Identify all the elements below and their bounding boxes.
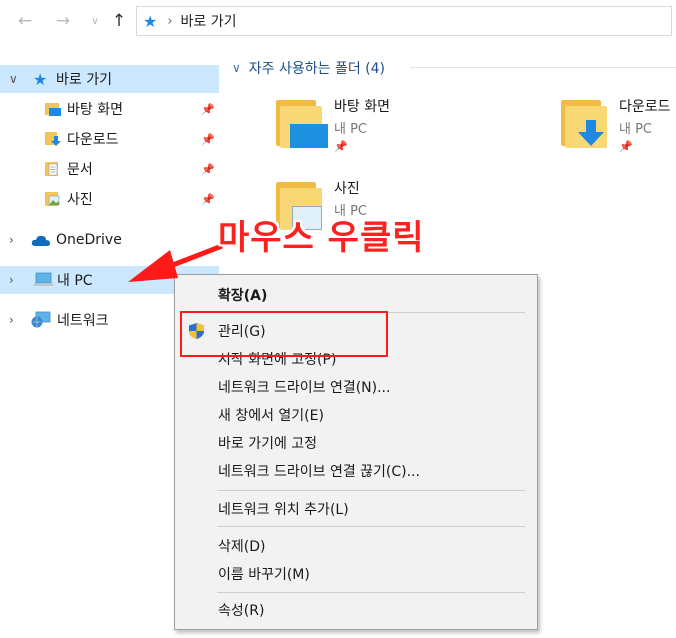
pin-icon: 📌: [619, 140, 633, 153]
folder-location: 내 PC: [334, 122, 368, 137]
pin-icon: 📌: [201, 192, 215, 206]
sidebar-item-label: 바탕 화면: [67, 102, 123, 118]
menu-item-expand[interactable]: 확장(A): [175, 281, 537, 309]
folder-name: 바탕 화면: [334, 99, 390, 115]
menu-item-delete[interactable]: 삭제(D): [175, 532, 537, 560]
quick-access-star-icon: ★: [33, 69, 48, 89]
frequent-folders-group-header[interactable]: ∨ 자주 사용하는 폴더 (4): [232, 58, 385, 78]
annotation-text: 마우스 우클릭: [218, 218, 425, 258]
folder-tile-desktop[interactable]: 바탕 화면 내 PC 📌: [276, 94, 536, 164]
menu-item-map-network-drive[interactable]: 네트워크 드라이브 연결(N)...: [175, 373, 537, 401]
menu-item-label: 확장(A): [218, 288, 268, 304]
sidebar-item-label: 문서: [67, 162, 93, 178]
downloads-folder-icon: [561, 94, 609, 150]
pictures-folder-icon: [45, 191, 61, 207]
chevron-right-icon[interactable]: ›: [9, 313, 14, 327]
chevron-right-icon[interactable]: ›: [9, 273, 14, 287]
menu-separator: [217, 526, 525, 527]
group-title: 자주 사용하는 폴더 (4): [248, 61, 386, 77]
menu-item-label: 새 창에서 열기(E): [218, 408, 324, 424]
desktop-folder-icon: [45, 102, 61, 116]
sidebar-item-quick-access[interactable]: ∨ ★ 바로 가기: [0, 65, 219, 93]
menu-separator: [217, 592, 525, 593]
menu-separator: [217, 490, 525, 491]
navigation-toolbar: ← → ∨ ↑ ★ › 바로 가기: [0, 0, 676, 44]
sidebar-item-label: 다운로드: [67, 132, 119, 148]
up-arrow-icon[interactable]: ↑: [108, 10, 130, 32]
menu-item-label: 바로 가기에 고정: [218, 436, 318, 452]
documents-folder-icon: [45, 161, 61, 177]
recent-locations-chevron-icon[interactable]: ∨: [84, 10, 106, 32]
back-arrow-icon[interactable]: ←: [14, 10, 36, 32]
sidebar-item-pictures[interactable]: 사진 📌: [0, 185, 219, 213]
menu-item-open-new-window[interactable]: 새 창에서 열기(E): [175, 401, 537, 429]
menu-item-add-network-location[interactable]: 네트워크 위치 추가(L): [175, 495, 537, 523]
highlight-box: [180, 311, 388, 357]
pin-icon: 📌: [334, 140, 348, 153]
pin-icon: 📌: [201, 162, 215, 176]
folder-name: 사진: [334, 181, 360, 197]
sidebar-item-label: 바로 가기: [56, 72, 112, 88]
menu-item-pin-to-quick-access[interactable]: 바로 가기에 고정: [175, 429, 537, 457]
chevron-down-icon[interactable]: ∨: [232, 61, 241, 75]
network-icon: [31, 311, 51, 329]
downloads-folder-icon: [45, 131, 61, 147]
menu-item-label: 삭제(D): [218, 539, 266, 555]
menu-item-label: 속성(R): [218, 603, 265, 619]
folder-location: 내 PC: [619, 122, 653, 137]
chevron-right-icon[interactable]: ›: [9, 233, 14, 247]
menu-item-label: 네트워크 위치 추가(L): [218, 502, 349, 518]
sidebar-item-label: 내 PC: [57, 273, 93, 289]
pin-icon: 📌: [201, 132, 215, 146]
address-path: 바로 가기: [180, 14, 237, 30]
sidebar-item-label: 네트워크: [57, 313, 109, 329]
address-bar[interactable]: ★ › 바로 가기: [136, 6, 672, 36]
folder-name: 다운로드: [619, 99, 671, 115]
group-divider: [410, 67, 676, 68]
folder-tile-downloads[interactable]: 다운로드 내 PC 📌: [561, 94, 676, 164]
onedrive-cloud-icon: [31, 233, 51, 247]
forward-arrow-icon[interactable]: →: [52, 10, 74, 32]
menu-item-disconnect-network-drive[interactable]: 네트워크 드라이브 연결 끊기(C)...: [175, 457, 537, 485]
sidebar-item-onedrive[interactable]: › OneDrive: [0, 226, 219, 254]
sidebar-item-desktop[interactable]: 바탕 화면 📌: [0, 95, 219, 123]
desktop-folder-icon: [276, 94, 328, 150]
breadcrumb-separator-icon: ›: [167, 13, 173, 29]
computer-icon: [33, 272, 53, 288]
menu-item-label: 네트워크 드라이브 연결(N)...: [218, 380, 391, 396]
sidebar-item-label: 사진: [67, 192, 93, 208]
menu-item-properties[interactable]: 속성(R): [175, 596, 537, 624]
menu-item-label: 네트워크 드라이브 연결 끊기(C)...: [218, 464, 420, 480]
sidebar-item-label: OneDrive: [56, 232, 122, 248]
sidebar-item-documents[interactable]: 문서 📌: [0, 155, 219, 183]
sidebar-item-downloads[interactable]: 다운로드 📌: [0, 125, 219, 153]
quick-access-star-icon: ★: [143, 11, 158, 31]
chevron-down-icon[interactable]: ∨: [9, 72, 18, 86]
pin-icon: 📌: [201, 102, 215, 116]
menu-item-rename[interactable]: 이름 바꾸기(M): [175, 560, 537, 588]
menu-item-label: 이름 바꾸기(M): [218, 567, 310, 583]
